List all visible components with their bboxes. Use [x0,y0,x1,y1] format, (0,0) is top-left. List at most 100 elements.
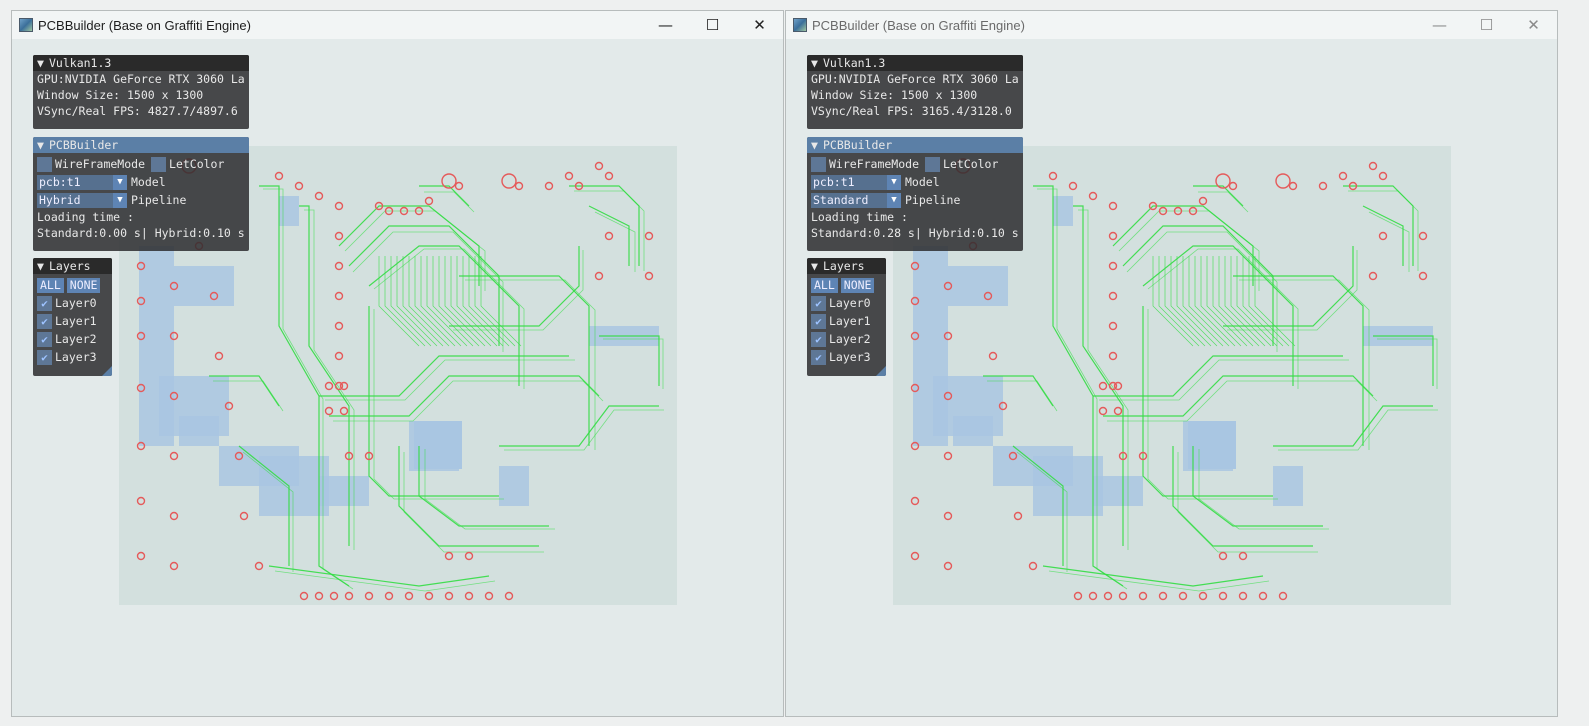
pcbbuilder-panel-title: PCBBuilder [49,138,119,152]
layer-row[interactable]: ✔ Layer0 [33,294,112,312]
checkmark-icon[interactable]: ✔ [37,313,52,329]
maximize-button[interactable]: ☐ [1463,11,1510,39]
resize-grip[interactable] [102,366,112,376]
layer-row[interactable]: ✔ Layer2 [33,330,112,348]
model-combo[interactable]: pcb:t1 ▼ [37,174,127,190]
title-bar[interactable]: PCBBuilder (Base on Graffiti Engine) — ☐… [786,11,1557,39]
letcolor-checkbox[interactable] [925,156,941,172]
chevron-down-icon[interactable]: ▼ [887,174,901,190]
layer-label: Layer1 [829,314,871,328]
layer-label: Layer3 [55,350,97,364]
checkmark-icon[interactable]: ✔ [811,295,826,311]
layers-none-button[interactable]: NONE [66,277,101,293]
layer-label: Layer3 [829,350,871,364]
layer-row[interactable]: ✔ Layer2 [807,330,886,348]
layers-panel-title: Layers [49,259,91,273]
window-size-info: Window Size: 1500 x 1300 [37,88,204,102]
chevron-down-icon[interactable]: ▼ [113,192,127,208]
layers-panel-title: Layers [823,259,865,273]
model-combo-value: pcb:t1 [37,174,113,190]
model-label: Model [131,175,166,189]
vulkan-panel-header[interactable]: ▼ Vulkan1.3 [33,55,249,71]
close-button[interactable]: ✕ [1510,11,1557,39]
pcbbuilder-window-hybrid[interactable]: PCBBuilder (Base on Graffiti Engine) — ☐… [11,10,784,717]
layers-panel[interactable]: ▼ Layers ALL NONE ✔ Layer0 ✔ Layer1 ✔ Lay… [33,258,112,376]
triangle-down-icon[interactable]: ▼ [811,258,823,274]
layer-label: Layer0 [55,296,97,310]
layer-row[interactable]: ✔ Layer3 [33,348,112,366]
loading-time-label: Loading time : [811,210,908,224]
layer-row[interactable]: ✔ Layer1 [33,312,112,330]
loading-time-value: Standard:0.00 s| Hybrid:0.10 s [37,226,245,240]
layers-panel[interactable]: ▼ Layers ALL NONE ✔ Layer0 ✔ Layer1 ✔ Lay… [807,258,886,376]
minimize-button[interactable]: — [642,11,689,39]
layers-panel-header[interactable]: ▼ Layers [807,258,886,274]
pipeline-label: Pipeline [131,193,187,207]
pcbbuilder-panel-title: PCBBuilder [823,138,893,152]
chevron-down-icon[interactable]: ▼ [113,174,127,190]
triangle-down-icon[interactable]: ▼ [37,55,49,71]
pcbbuilder-panel[interactable]: ▼ PCBBuilder WireFrameMode LetColor pcb:t… [807,137,1023,251]
pipeline-combo-value: Standard [811,192,887,208]
layer-label: Layer2 [829,332,871,346]
checkmark-icon[interactable]: ✔ [37,349,52,365]
layer-label: Layer0 [829,296,871,310]
letcolor-label: LetColor [169,157,225,171]
pipeline-combo-value: Hybrid [37,192,113,208]
wireframe-label: WireFrameMode [829,157,920,171]
layers-none-button[interactable]: NONE [840,277,875,293]
model-combo-value: pcb:t1 [811,174,887,190]
fps-info: VSync/Real FPS: 4827.7/4897.6 [37,104,238,118]
title-bar[interactable]: PCBBuilder (Base on Graffiti Engine) — ☐… [12,11,783,39]
vulkan-info-panel[interactable]: ▼ Vulkan1.3 GPU:NVIDIA GeForce RTX 3060 L… [807,55,1023,129]
layer-row[interactable]: ✔ Layer1 [807,312,886,330]
letcolor-label: LetColor [943,157,999,171]
resize-grip[interactable] [876,366,886,376]
checkmark-icon[interactable]: ✔ [37,295,52,311]
loading-time-value: Standard:0.28 s| Hybrid:0.10 s [811,226,1019,240]
pipeline-combo[interactable]: Standard ▼ [811,192,901,208]
pipeline-combo[interactable]: Hybrid ▼ [37,192,127,208]
minimize-button[interactable]: — [1416,11,1463,39]
triangle-down-icon[interactable]: ▼ [811,137,823,153]
pipeline-label: Pipeline [905,193,961,207]
render-viewport[interactable]: ▼ Vulkan1.3 GPU:NVIDIA GeForce RTX 3060 L… [786,39,1557,716]
checkmark-icon[interactable]: ✔ [811,349,826,365]
layers-all-button[interactable]: ALL [37,277,64,293]
vulkan-panel-title: Vulkan1.3 [823,56,886,70]
gpu-info: GPU:NVIDIA GeForce RTX 3060 La [811,72,1019,86]
window-title: PCBBuilder (Base on Graffiti Engine) [38,17,251,33]
checkmark-icon[interactable]: ✔ [811,313,826,329]
wireframe-checkbox[interactable] [811,156,826,172]
triangle-down-icon[interactable]: ▼ [37,137,49,153]
maximize-button[interactable]: ☐ [689,11,736,39]
layers-all-button[interactable]: ALL [811,277,838,293]
pcbbuilder-window-standard[interactable]: PCBBuilder (Base on Graffiti Engine) — ☐… [785,10,1558,717]
close-button[interactable]: ✕ [736,11,783,39]
letcolor-checkbox[interactable] [151,156,167,172]
wireframe-checkbox[interactable] [37,156,52,172]
wireframe-label: WireFrameMode [55,157,146,171]
checkmark-icon[interactable]: ✔ [811,331,826,347]
model-label: Model [905,175,940,189]
gpu-info: GPU:NVIDIA GeForce RTX 3060 La [37,72,245,86]
pcbbuilder-panel-header[interactable]: ▼ PCBBuilder [807,137,1023,153]
triangle-down-icon[interactable]: ▼ [811,55,823,71]
fps-info: VSync/Real FPS: 3165.4/3128.0 [811,104,1012,118]
window-size-info: Window Size: 1500 x 1300 [811,88,978,102]
chevron-down-icon[interactable]: ▼ [887,192,901,208]
checkmark-icon[interactable]: ✔ [37,331,52,347]
triangle-down-icon[interactable]: ▼ [37,258,49,274]
layers-panel-header[interactable]: ▼ Layers [33,258,112,274]
loading-time-label: Loading time : [37,210,134,224]
pcbbuilder-panel-header[interactable]: ▼ PCBBuilder [33,137,249,153]
layer-label: Layer2 [55,332,97,346]
vulkan-panel-header[interactable]: ▼ Vulkan1.3 [807,55,1023,71]
render-viewport[interactable]: ▼ Vulkan1.3 GPU:NVIDIA GeForce RTX 3060 L… [12,39,783,716]
window-title: PCBBuilder (Base on Graffiti Engine) [812,17,1025,33]
layer-row[interactable]: ✔ Layer0 [807,294,886,312]
vulkan-info-panel[interactable]: ▼ Vulkan1.3 GPU:NVIDIA GeForce RTX 3060 L… [33,55,249,129]
pcbbuilder-panel[interactable]: ▼ PCBBuilder WireFrameMode LetColor pcb:t… [33,137,249,251]
layer-row[interactable]: ✔ Layer3 [807,348,886,366]
model-combo[interactable]: pcb:t1 ▼ [811,174,901,190]
